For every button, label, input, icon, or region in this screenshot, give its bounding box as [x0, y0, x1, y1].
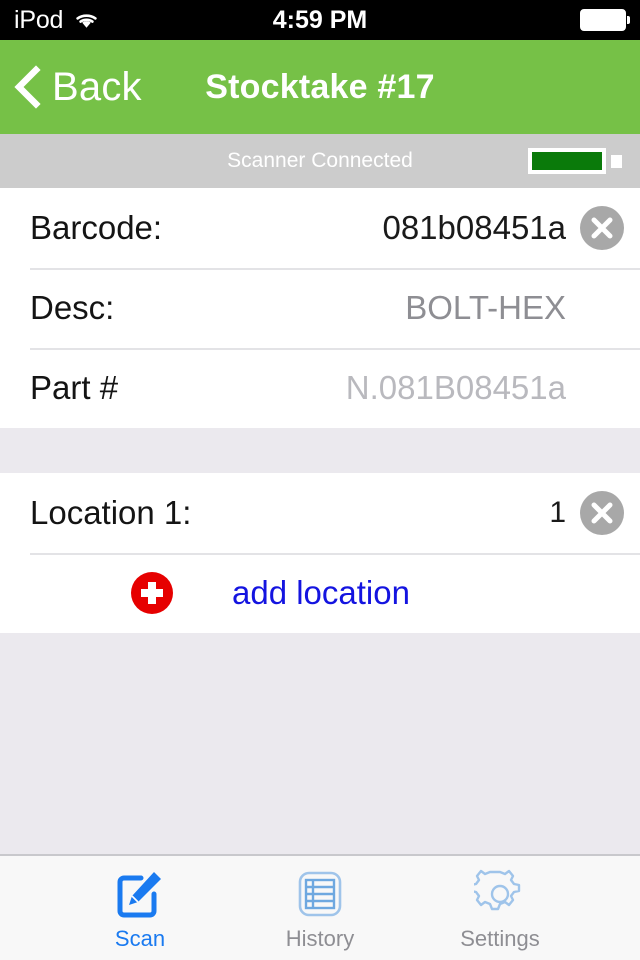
tab-history-label: History [285, 926, 355, 951]
locations-card: Location 1: 1 add location [0, 473, 640, 633]
clear-circle-icon[interactable] [580, 491, 624, 535]
table-row[interactable]: Desc: BOLT-HEX [0, 268, 640, 348]
scanner-status-label: Scanner Connected [227, 149, 413, 172]
navigation-bar: Back Stocktake #17 [0, 40, 640, 134]
add-plus-circle-icon [130, 571, 174, 615]
back-button[interactable]: Back [0, 65, 142, 110]
item-details-card: Barcode: 081b08451a Desc: BOLT-HEX Part … [0, 188, 640, 428]
app-screen: iPod 4:59 PM Back Stocktake #17 Scanner … [0, 0, 640, 960]
barcode-value: 081b08451a [382, 209, 566, 246]
scanner-battery-icon [528, 148, 622, 174]
status-bar-right [580, 9, 630, 31]
table-row[interactable]: Part # N.081B08451a [0, 348, 640, 428]
row-label: Desc: [30, 289, 115, 326]
tab-scan-label: Scan [114, 926, 166, 951]
list-history-icon [294, 868, 346, 920]
add-location-button[interactable]: add location [0, 553, 640, 633]
table-row[interactable]: Barcode: 081b08451a [0, 188, 640, 268]
description-value: BOLT-HEX [405, 289, 566, 326]
row-label: Barcode: [30, 209, 163, 246]
tab-settings[interactable]: Settings [440, 868, 560, 952]
tab-history[interactable]: History [260, 868, 380, 952]
battery-full-icon [580, 9, 630, 31]
table-row[interactable]: Location 1: 1 [0, 473, 640, 553]
part-number-value: N.081B08451a [345, 369, 566, 406]
add-location-label: add location [232, 574, 410, 611]
tab-bar: Scan History Settings [0, 854, 640, 960]
clock-label: 4:59 PM [272, 5, 368, 34]
scanner-status-bar: Scanner Connected [0, 134, 640, 188]
clear-circle-icon[interactable] [580, 206, 624, 250]
compose-scan-icon [114, 868, 166, 920]
back-button-label: Back [52, 64, 142, 109]
status-bar: iPod 4:59 PM [0, 0, 640, 40]
tab-scan[interactable]: Scan [80, 868, 200, 952]
row-label: Location 1: [30, 494, 192, 531]
main-content: Barcode: 081b08451a Desc: BOLT-HEX Part … [0, 188, 640, 854]
location-quantity-value: 1 [549, 496, 566, 529]
tab-settings-label: Settings [460, 926, 540, 951]
gear-settings-icon [474, 868, 526, 920]
row-label: Part # [30, 369, 119, 406]
chevron-left-icon [10, 65, 44, 109]
